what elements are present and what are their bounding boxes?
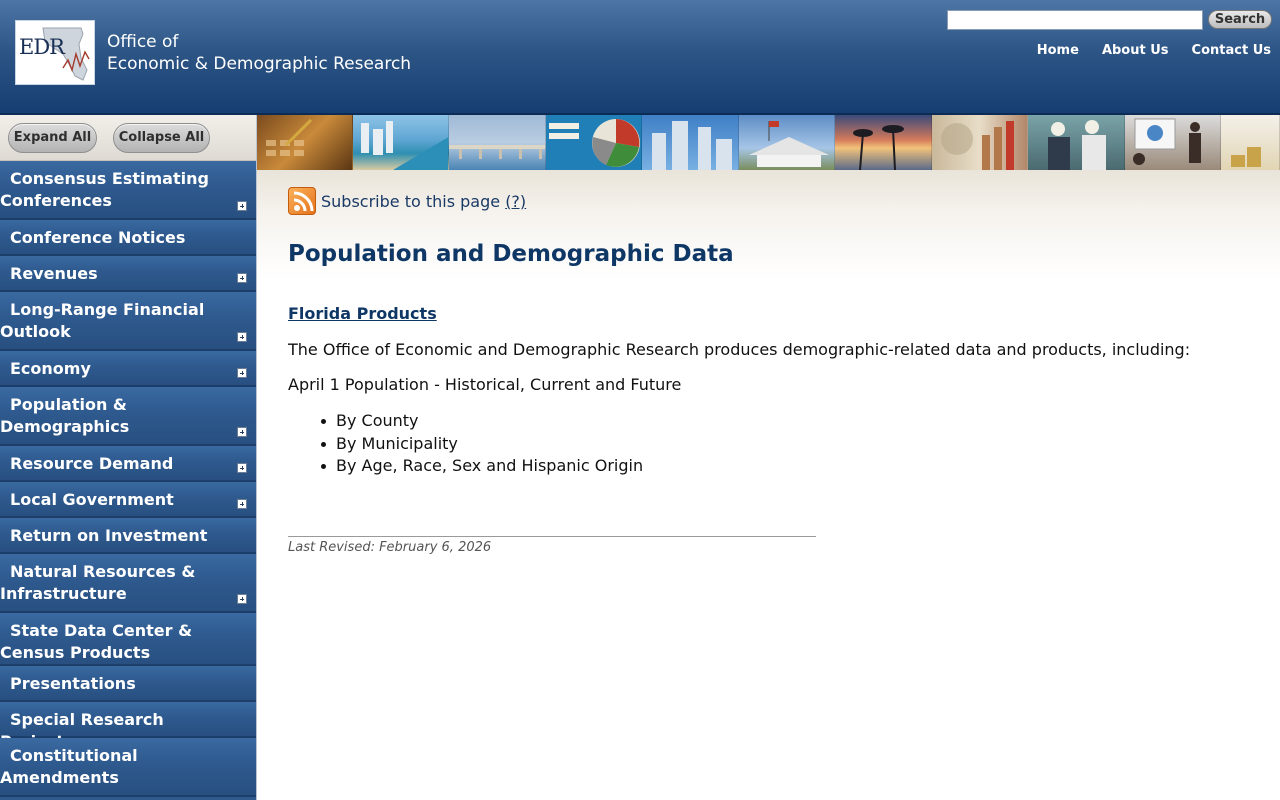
pie-chart-icon bbox=[548, 119, 640, 167]
sidebar-item-resource-demand[interactable]: Resource Demand bbox=[0, 446, 256, 482]
banner-presentation-image bbox=[1124, 115, 1222, 170]
office-title-line1: Office of bbox=[107, 32, 179, 52]
sidebar-item-label: Local Government bbox=[10, 490, 174, 509]
edr-logo[interactable]: EDR bbox=[15, 20, 95, 85]
presentation-icon bbox=[1132, 118, 1201, 165]
rss-icon[interactable] bbox=[288, 187, 316, 215]
coin-stack-icon bbox=[1231, 147, 1262, 167]
bridge-icon bbox=[449, 145, 545, 159]
sidebar-item-return-on-investment[interactable]: Return on Investment bbox=[0, 518, 256, 554]
intro-paragraph: The Office of Economic and Demographic R… bbox=[288, 340, 1191, 359]
expand-plus-icon[interactable] bbox=[237, 332, 247, 342]
sidebar-item-label: Resource Demand bbox=[10, 454, 174, 473]
banner-skyscrapers-image bbox=[642, 115, 739, 170]
sidebar-item-conference-notices[interactable]: Conference Notices bbox=[0, 220, 256, 256]
sidebar-item-state-data-center[interactable]: State Data Center & Census Products bbox=[0, 613, 256, 666]
population-bullet-list: By County By Municipality By Age, Race, … bbox=[320, 410, 643, 478]
banner-engineers-image bbox=[1028, 115, 1125, 170]
sidebar-item-label: Population & Demographics bbox=[0, 395, 130, 436]
sidebar-item-natural-resources-infrastructure[interactable]: Natural Resources & Infrastructure bbox=[0, 554, 256, 613]
sidebar-item-population-demographics[interactable]: Population & Demographics bbox=[0, 387, 256, 446]
expand-plus-icon[interactable] bbox=[237, 201, 247, 211]
banner-bridge-image bbox=[449, 115, 546, 170]
nav-contact-link[interactable]: Contact Us bbox=[1192, 43, 1271, 58]
nav-home-link[interactable]: Home bbox=[1037, 43, 1079, 58]
expand-plus-icon[interactable] bbox=[237, 368, 247, 378]
nav-about-link[interactable]: About Us bbox=[1102, 43, 1169, 58]
subscribe-text[interactable]: Subscribe to this page bbox=[321, 192, 500, 211]
calculator-icon bbox=[266, 118, 313, 156]
subscribe-link[interactable]: Subscribe to this page (?) bbox=[321, 192, 526, 211]
last-revised-text: Last Revised: February 6, 2026 bbox=[288, 540, 492, 555]
site-header: EDR Office of Economic & Demographic Res… bbox=[0, 0, 1280, 115]
sidebar-item-economy[interactable]: Economy bbox=[0, 351, 256, 387]
search-input[interactable] bbox=[947, 10, 1203, 30]
subheading-text: April 1 Population - Historical, Current… bbox=[288, 375, 682, 394]
building-icon bbox=[748, 121, 829, 167]
divider bbox=[288, 536, 816, 537]
sidebar-item-consensus-estimating-conferences[interactable]: Consensus Estimating Conferences bbox=[0, 161, 256, 220]
sidebar-item-label: Long-Range Financial Outlook bbox=[0, 300, 205, 341]
banner-pie-chart-image bbox=[545, 115, 643, 170]
sidebar-item-revenues[interactable]: Revenues bbox=[0, 256, 256, 292]
skyscrapers-icon bbox=[652, 121, 733, 170]
subscribe-help-link[interactable]: (?) bbox=[505, 192, 526, 211]
sidebar-item-label: State Data Center & Census Products bbox=[0, 621, 193, 662]
banner-sunset-palms-image bbox=[835, 115, 932, 170]
expand-plus-icon[interactable] bbox=[237, 463, 247, 473]
banner-beach-image bbox=[352, 115, 450, 170]
sidebar-item-local-government[interactable]: Local Government bbox=[0, 482, 256, 518]
expand-plus-icon[interactable] bbox=[237, 273, 247, 283]
sidebar-item-label: Constitutional Amendments bbox=[0, 746, 138, 787]
sidebar-item-special-research-projects[interactable]: Special Research Projects bbox=[0, 702, 256, 751]
sidebar-item-label: Consensus Estimating Conferences bbox=[0, 169, 209, 210]
logo-text: EDR bbox=[19, 35, 65, 59]
top-nav: Home About Us Contact Us bbox=[1037, 43, 1271, 58]
sidebar-item-label: Presentations bbox=[10, 674, 136, 693]
banner-globe-coins-image bbox=[931, 115, 1029, 170]
palm-trees-icon bbox=[853, 125, 905, 170]
expand-collapse-bar: Expand All Collapse All bbox=[0, 115, 256, 161]
buildings-icon bbox=[360, 121, 449, 170]
coins-icon bbox=[940, 121, 1014, 170]
florida-products-link[interactable]: Florida Products bbox=[288, 304, 437, 323]
banner-capitol-image bbox=[738, 115, 836, 170]
collapse-all-button[interactable]: Collapse All bbox=[113, 123, 210, 153]
banner-coins-image bbox=[1221, 115, 1280, 170]
list-item: By County bbox=[320, 410, 643, 433]
expand-plus-icon[interactable] bbox=[237, 594, 247, 604]
sidebar-item-label: Conference Notices bbox=[10, 228, 186, 247]
sidebar-item-label: Economy bbox=[10, 359, 91, 378]
sidebar-item-label: Revenues bbox=[10, 264, 98, 283]
banner-calculator-image bbox=[256, 115, 353, 170]
list-item: By Municipality bbox=[320, 433, 643, 456]
expand-plus-icon[interactable] bbox=[237, 499, 247, 509]
sidebar-item-label: Natural Resources & Infrastructure bbox=[0, 562, 196, 603]
banner-image-strip bbox=[256, 115, 1280, 170]
sidebar-item-presentations[interactable]: Presentations bbox=[0, 666, 256, 702]
sidebar-item-label: Return on Investment bbox=[10, 526, 208, 545]
search-button[interactable]: Search bbox=[1208, 10, 1272, 29]
sidebar: Expand All Collapse All Consensus Estima… bbox=[0, 115, 257, 800]
office-title-line2: Economic & Demographic Research bbox=[107, 54, 412, 74]
rss-feed-glyph bbox=[293, 191, 314, 212]
expand-plus-icon[interactable] bbox=[237, 427, 247, 437]
page-title: Population and Demographic Data bbox=[288, 241, 734, 267]
engineers-icon bbox=[1048, 120, 1107, 170]
office-title[interactable]: Office of Economic & Demographic Researc… bbox=[107, 31, 411, 75]
sidebar-item-long-range-financial-outlook[interactable]: Long-Range Financial Outlook bbox=[0, 292, 256, 351]
sidebar-item-constitutional-amendments[interactable]: Constitutional Amendments bbox=[0, 738, 256, 797]
expand-all-button[interactable]: Expand All bbox=[8, 123, 97, 153]
list-item: By Age, Race, Sex and Hispanic Origin bbox=[320, 455, 643, 478]
